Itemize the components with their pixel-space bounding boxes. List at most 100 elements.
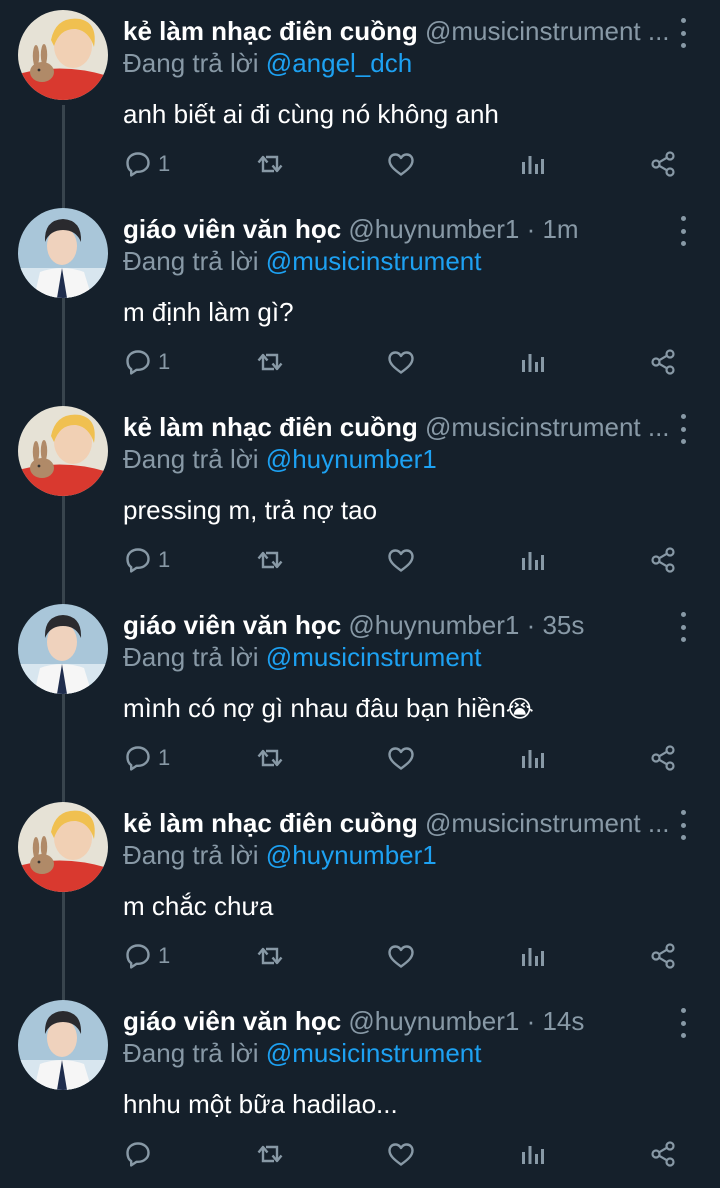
tweet[interactable]: kẻ làm nhạc điên cuồng @musicinstrument … <box>0 396 720 594</box>
like-button[interactable] <box>386 1126 416 1182</box>
retweet-button[interactable] <box>255 730 285 786</box>
retweet-icon <box>255 942 285 970</box>
analytics-button[interactable] <box>518 532 546 588</box>
reply-button[interactable]: 1 <box>124 136 170 192</box>
author-name[interactable]: giáo viên văn học <box>123 610 341 640</box>
tweet-text: pressing m, trả nợ tao <box>123 492 377 528</box>
reply-icon <box>124 1140 152 1168</box>
share-button[interactable] <box>649 730 677 786</box>
like-button[interactable] <box>386 730 416 786</box>
tweet-actions: 1 <box>0 532 720 588</box>
more-options-icon[interactable] <box>672 1008 694 1038</box>
avatar-uniform[interactable] <box>18 208 108 298</box>
analytics-button[interactable] <box>518 334 546 390</box>
replying-to-label: Đang trả lời <box>123 642 259 672</box>
tweet-header: kẻ làm nhạc điên cuồng @musicinstrument … <box>123 14 668 48</box>
tweet-header: giáo viên văn học @huynumber1 · 35s <box>123 608 668 642</box>
author-handle[interactable]: @huynumber1 <box>348 610 519 640</box>
share-button[interactable] <box>649 1126 677 1182</box>
retweet-button[interactable] <box>255 1126 285 1182</box>
avatar-rabbit[interactable] <box>18 406 108 496</box>
reply-icon <box>124 150 152 178</box>
replying-to: Đang trả lời @angel_dch <box>123 46 412 80</box>
author-handle[interactable]: @musicinstrument ... <box>425 808 668 838</box>
share-button[interactable] <box>649 136 677 192</box>
share-button[interactable] <box>649 334 677 390</box>
timestamp[interactable]: · 14s <box>519 1006 585 1036</box>
reply-button[interactable]: 1 <box>124 532 170 588</box>
heart-icon <box>386 348 416 376</box>
analytics-icon <box>518 150 546 178</box>
timestamp[interactable]: · 1m <box>519 214 579 244</box>
analytics-icon <box>518 1140 546 1168</box>
tweet-text: anh biết ai đi cùng nó không anh <box>123 96 499 132</box>
analytics-button[interactable] <box>518 136 546 192</box>
replying-to-handle[interactable]: @musicinstrument <box>266 642 482 672</box>
retweet-button[interactable] <box>255 334 285 390</box>
author-name[interactable]: giáo viên văn học <box>123 1006 341 1036</box>
analytics-icon <box>518 942 546 970</box>
author-handle[interactable]: @huynumber1 <box>348 214 519 244</box>
replying-to-handle[interactable]: @huynumber1 <box>266 840 437 870</box>
reply-icon <box>124 546 152 574</box>
more-options-icon[interactable] <box>672 612 694 642</box>
rabbit-avatar-image <box>18 10 108 100</box>
more-options-icon[interactable] <box>672 414 694 444</box>
share-button[interactable] <box>649 532 677 588</box>
tweet[interactable]: kẻ làm nhạc điên cuồng @musicinstrument … <box>0 792 720 990</box>
avatar-rabbit[interactable] <box>18 802 108 892</box>
reply-button[interactable]: 1 <box>124 334 170 390</box>
reply-count: 1 <box>158 151 171 176</box>
replying-to-handle[interactable]: @angel_dch <box>266 48 412 78</box>
analytics-icon <box>518 744 546 772</box>
more-options-icon[interactable] <box>672 810 694 840</box>
retweet-icon <box>255 546 285 574</box>
like-button[interactable] <box>386 136 416 192</box>
reply-button[interactable]: 1 <box>124 928 170 984</box>
tweet-text: m định làm gì? <box>123 294 294 330</box>
share-button[interactable] <box>649 928 677 984</box>
replying-to: Đang trả lời @huynumber1 <box>123 442 437 476</box>
reply-count: 1 <box>158 745 171 770</box>
reply-button[interactable] <box>124 1126 152 1182</box>
more-options-icon[interactable] <box>672 18 694 48</box>
timestamp[interactable]: · 35s <box>519 610 585 640</box>
author-name[interactable]: giáo viên văn học <box>123 214 341 244</box>
reply-count: 1 <box>158 943 171 968</box>
tweet[interactable]: giáo viên văn học @huynumber1 · 14s Đang… <box>0 990 720 1188</box>
like-button[interactable] <box>386 334 416 390</box>
avatar-uniform[interactable] <box>18 1000 108 1090</box>
tweet[interactable]: giáo viên văn học @huynumber1 · 35s Đang… <box>0 594 720 792</box>
author-handle[interactable]: @huynumber1 <box>348 1006 519 1036</box>
rabbit-avatar-image <box>18 802 108 892</box>
avatar-uniform[interactable] <box>18 604 108 694</box>
author-handle[interactable]: @musicinstrument ... <box>425 16 668 46</box>
reply-button[interactable]: 1 <box>124 730 170 786</box>
tweet-header: giáo viên văn học @huynumber1 · 1m <box>123 212 668 246</box>
analytics-button[interactable] <box>518 928 546 984</box>
tweet-header: kẻ làm nhạc điên cuồng @musicinstrument … <box>123 410 668 444</box>
avatar-rabbit[interactable] <box>18 10 108 100</box>
share-icon <box>649 150 677 178</box>
replying-to-label: Đang trả lời <box>123 48 259 78</box>
replying-to-handle[interactable]: @musicinstrument <box>266 246 482 276</box>
analytics-button[interactable] <box>518 1126 546 1182</box>
share-icon <box>649 744 677 772</box>
retweet-button[interactable] <box>255 928 285 984</box>
more-options-icon[interactable] <box>672 216 694 246</box>
author-name[interactable]: kẻ làm nhạc điên cuồng <box>123 808 418 838</box>
author-name[interactable]: kẻ làm nhạc điên cuồng <box>123 412 418 442</box>
like-button[interactable] <box>386 928 416 984</box>
tweet[interactable]: kẻ làm nhạc điên cuồng @musicinstrument … <box>0 0 720 198</box>
retweet-button[interactable] <box>255 532 285 588</box>
replying-to-handle[interactable]: @musicinstrument <box>266 1038 482 1068</box>
replying-to-handle[interactable]: @huynumber1 <box>266 444 437 474</box>
author-handle[interactable]: @musicinstrument ... <box>425 412 668 442</box>
analytics-button[interactable] <box>518 730 546 786</box>
retweet-button[interactable] <box>255 136 285 192</box>
author-name[interactable]: kẻ làm nhạc điên cuồng <box>123 16 418 46</box>
tweet-actions: 1 <box>0 730 720 786</box>
like-button[interactable] <box>386 532 416 588</box>
tweet[interactable]: giáo viên văn học @huynumber1 · 1m Đang … <box>0 198 720 396</box>
analytics-icon <box>518 546 546 574</box>
